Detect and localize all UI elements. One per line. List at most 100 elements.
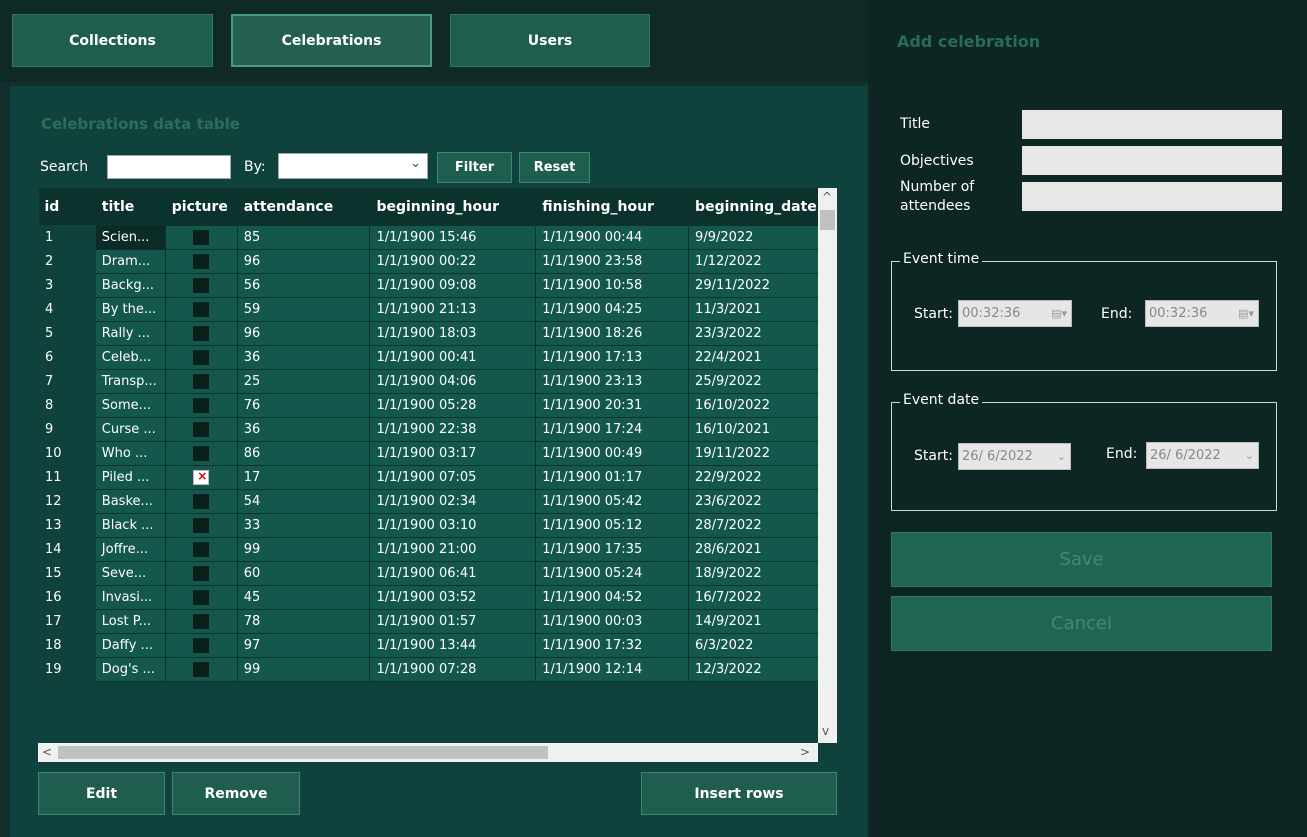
- horizontal-scroll-thumb[interactable]: [58, 746, 548, 759]
- table-cell[interactable]: 28/6/2021: [688, 537, 837, 562]
- table-row[interactable]: 9 Curse ... 36 1/1/1900 22:38 1/1/1900 17:24…: [38, 417, 837, 442]
- picture-cell[interactable]: [164, 585, 238, 610]
- table-cell[interactable]: 76: [236, 393, 371, 418]
- column-header[interactable]: title: [95, 188, 166, 226]
- cell-id[interactable]: 15: [38, 561, 96, 586]
- table-cell[interactable]: Invasi...: [94, 585, 166, 610]
- cell-id[interactable]: 16: [38, 585, 96, 610]
- spin-dropdown-icon[interactable]: ▤▾: [1238, 307, 1254, 320]
- table-cell[interactable]: 1/1/1900 07:05: [369, 465, 537, 490]
- table-cell[interactable]: 1/12/2022: [688, 249, 837, 274]
- table-row[interactable]: 3 Backg... 56 1/1/1900 09:08 1/1/1900 10:58 2…: [38, 273, 837, 298]
- table-row[interactable]: 5 Rally ... 96 1/1/1900 18:03 1/1/1900 18:26…: [38, 321, 837, 346]
- chevron-down-icon[interactable]: ⌄: [1245, 449, 1254, 462]
- table-cell[interactable]: 1/1/1900 21:00: [369, 537, 537, 562]
- cell-id[interactable]: 6: [38, 345, 96, 370]
- table-row[interactable]: 18 Daffy ... 97 1/1/1900 13:44 1/1/1900 17:3…: [38, 633, 837, 658]
- table-cell[interactable]: 1/1/1900 09:08: [369, 273, 537, 298]
- remove-button[interactable]: Remove: [172, 772, 300, 815]
- table-cell[interactable]: 6/3/2022: [688, 633, 837, 658]
- table-cell[interactable]: 16/10/2022: [688, 393, 837, 418]
- table-cell[interactable]: 1/1/1900 17:13: [535, 345, 690, 370]
- filter-button[interactable]: Filter: [437, 152, 512, 183]
- scroll-down-icon[interactable]: v: [822, 724, 829, 738]
- table-cell[interactable]: 1/1/1900 15:46: [369, 225, 537, 250]
- picture-cell[interactable]: [164, 465, 238, 490]
- edit-button[interactable]: Edit: [38, 772, 165, 815]
- table-cell[interactable]: 28/7/2022: [688, 513, 837, 538]
- table-cell[interactable]: 1/1/1900 22:38: [369, 417, 537, 442]
- table-cell[interactable]: 33: [236, 513, 371, 538]
- table-cell[interactable]: Joffre...: [94, 537, 166, 562]
- search-input[interactable]: [107, 155, 231, 179]
- spin-dropdown-icon[interactable]: ▤▾: [1051, 307, 1067, 320]
- table-cell[interactable]: By the...: [94, 297, 166, 322]
- cell-id[interactable]: 10: [38, 441, 96, 466]
- table-cell[interactable]: 1/1/1900 03:17: [369, 441, 537, 466]
- table-row[interactable]: 15 Seve... 60 1/1/1900 06:41 1/1/1900 05:24 1…: [38, 561, 837, 586]
- vertical-scroll-thumb[interactable]: [820, 210, 835, 230]
- table-cell[interactable]: 97: [236, 633, 371, 658]
- table-cell[interactable]: 22/4/2021: [688, 345, 837, 370]
- table-cell[interactable]: Lost P...: [94, 609, 166, 634]
- picture-cell[interactable]: [164, 369, 238, 394]
- table-cell[interactable]: 54: [236, 489, 371, 514]
- cell-id[interactable]: 4: [38, 297, 96, 322]
- picture-cell[interactable]: [164, 657, 238, 682]
- table-cell[interactable]: 1/1/1900 18:03: [369, 321, 537, 346]
- table-cell[interactable]: 1/1/1900 04:25: [535, 297, 690, 322]
- table-cell[interactable]: 1/1/1900 00:22: [369, 249, 537, 274]
- picture-cell[interactable]: [164, 297, 238, 322]
- table-cell[interactable]: 1/1/1900 10:58: [535, 273, 690, 298]
- attendees-input[interactable]: [1022, 182, 1282, 211]
- table-cell[interactable]: 23/3/2022: [688, 321, 837, 346]
- table-cell[interactable]: 1/1/1900 00:44: [535, 225, 690, 250]
- horizontal-scrollbar[interactable]: < >: [38, 743, 818, 762]
- table-cell[interactable]: 99: [236, 657, 371, 682]
- objectives-input[interactable]: [1022, 146, 1282, 175]
- table-row[interactable]: 13 Black ... 33 1/1/1900 03:10 1/1/1900 05:1…: [38, 513, 837, 538]
- column-header[interactable]: beginning_hour: [369, 188, 537, 226]
- reset-button[interactable]: Reset: [519, 152, 590, 183]
- table-cell[interactable]: Dog's ...: [94, 657, 166, 682]
- table-cell[interactable]: 36: [236, 417, 371, 442]
- table-cell[interactable]: 29/11/2022: [688, 273, 837, 298]
- celebrations-data-grid[interactable]: id title picture attendance beginning_ho…: [38, 188, 837, 763]
- table-cell[interactable]: Rally ...: [94, 321, 166, 346]
- table-cell[interactable]: 1/1/1900 01:17: [535, 465, 690, 490]
- table-cell[interactable]: 17: [236, 465, 371, 490]
- cell-id[interactable]: 5: [38, 321, 96, 346]
- table-cell[interactable]: 85: [236, 225, 371, 250]
- cell-id[interactable]: 7: [38, 369, 96, 394]
- column-header[interactable]: finishing_hour: [535, 188, 690, 226]
- table-cell[interactable]: 96: [236, 249, 371, 274]
- table-cell[interactable]: Daffy ...: [94, 633, 166, 658]
- table-cell[interactable]: 1/1/1900 05:12: [535, 513, 690, 538]
- table-cell[interactable]: Backg...: [94, 273, 166, 298]
- scroll-left-icon[interactable]: <: [42, 745, 52, 759]
- table-row[interactable]: 17 Lost P... 78 1/1/1900 01:57 1/1/1900 00:0…: [38, 609, 837, 634]
- table-row[interactable]: 19 Dog's ... 99 1/1/1900 07:28 1/1/1900 12:1…: [38, 657, 837, 682]
- table-cell[interactable]: 1/1/1900 12:14: [535, 657, 690, 682]
- cell-id[interactable]: 12: [38, 489, 96, 514]
- picture-cell[interactable]: [164, 345, 238, 370]
- cancel-button[interactable]: Cancel: [891, 596, 1272, 651]
- table-cell[interactable]: 96: [236, 321, 371, 346]
- table-cell[interactable]: 1/1/1900 17:32: [535, 633, 690, 658]
- table-cell[interactable]: Scien...: [94, 225, 166, 250]
- cell-id[interactable]: 11: [38, 465, 96, 490]
- table-cell[interactable]: 1/1/1900 03:52: [369, 585, 537, 610]
- table-cell[interactable]: 1/1/1900 21:13: [369, 297, 537, 322]
- nav-collections-button[interactable]: Collections: [12, 14, 213, 67]
- table-row[interactable]: 14 Joffre... 99 1/1/1900 21:00 1/1/1900 17:3…: [38, 537, 837, 562]
- table-cell[interactable]: 22/9/2022: [688, 465, 837, 490]
- table-cell[interactable]: 1/1/1900 00:03: [535, 609, 690, 634]
- table-cell[interactable]: 1/1/1900 06:41: [369, 561, 537, 586]
- picture-cell[interactable]: [164, 249, 238, 274]
- table-cell[interactable]: 1/1/1900 00:49: [535, 441, 690, 466]
- picture-cell[interactable]: [164, 633, 238, 658]
- table-row[interactable]: 11Piled ... 171/1/1900 07:051/1/1900 01:1…: [38, 465, 837, 490]
- table-cell[interactable]: Piled ...: [94, 465, 166, 490]
- table-row[interactable]: 1 Scien... 85 1/1/1900 15:46 1/1/1900 00:44 9…: [38, 225, 837, 250]
- table-cell[interactable]: 1/1/1900 17:35: [535, 537, 690, 562]
